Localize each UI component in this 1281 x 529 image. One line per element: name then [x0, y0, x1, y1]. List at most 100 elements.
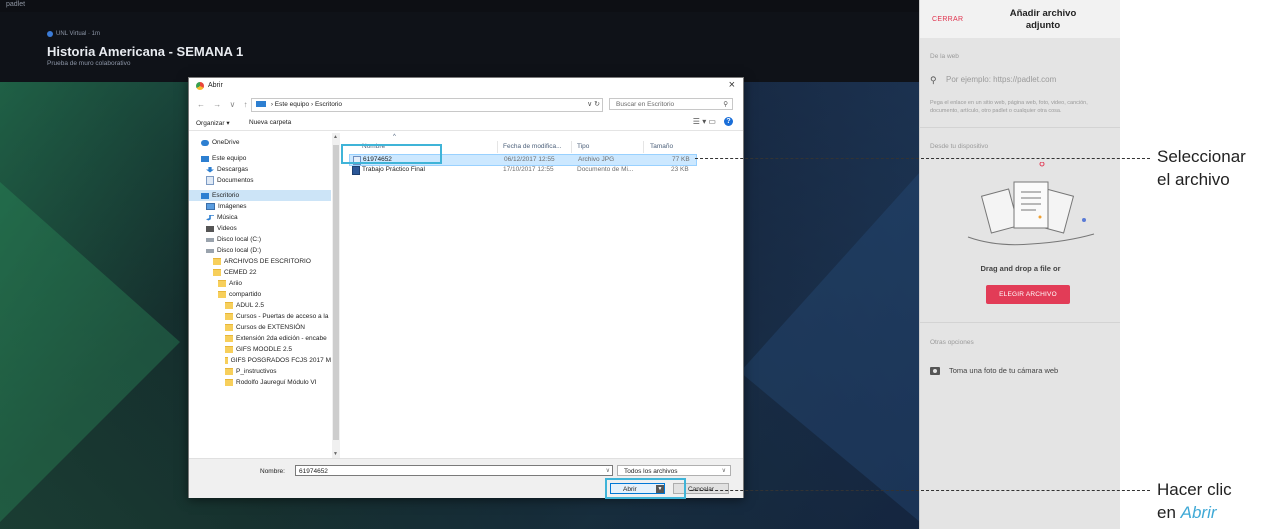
disk-icon — [206, 248, 214, 253]
url-description-line1: Pega el enlace en un sitio web, página w… — [930, 100, 1088, 106]
folder-icon — [225, 346, 233, 353]
navigation-arrows-icon[interactable]: ← → ∨ ↑ — [197, 100, 251, 109]
file-name: Trabajo Práctico Final — [362, 166, 425, 173]
close-panel-button[interactable]: CERRAR — [932, 16, 963, 23]
dialog-titlebar[interactable]: Abrir × — [189, 78, 743, 94]
nav-item[interactable]: OneDrive — [189, 137, 331, 148]
nav-item[interactable]: Cursos de EXTENSIÓN — [189, 322, 331, 333]
nav-item-label: GIFS MOODLE 2.5 — [236, 346, 292, 353]
help-icon[interactable]: ? — [724, 117, 733, 126]
filename-value: 61974652 — [299, 468, 328, 475]
folder-icon — [225, 379, 233, 386]
column-header-type[interactable]: Tipo — [577, 143, 589, 150]
address-bar[interactable]: › Este equipo › Escritorio ∨ ↻ — [251, 98, 603, 112]
cloud-icon — [201, 139, 209, 146]
nav-item[interactable]: Disco local (C:) — [189, 234, 331, 245]
annotation-leader-open — [690, 490, 1150, 491]
refresh-icon[interactable]: ∨ ↻ — [587, 99, 600, 111]
breadcrumb-este-equipo[interactable]: Este equipo — [275, 101, 309, 108]
author-avatar — [47, 31, 53, 37]
screen: padlet UNL Virtual · 1m Historia America… — [0, 0, 1120, 529]
filetype-select[interactable]: Todos los archivos ∨ — [617, 465, 731, 476]
nav-item[interactable]: compartido — [189, 289, 331, 300]
nav-item[interactable]: Cursos - Puertas de acceso a la — [189, 311, 331, 322]
nav-item-label: Rodolfo Jaureguí Módulo VI — [236, 379, 317, 386]
nav-item[interactable]: Imágenes — [189, 201, 331, 212]
url-placeholder: Por ejemplo: https://padlet.com — [946, 75, 1057, 84]
nav-item[interactable]: Rodolfo Jaureguí Módulo VI — [189, 377, 331, 388]
drag-drop-text: Drag and drop a file or — [980, 264, 1061, 273]
nav-item-label: OneDrive — [212, 139, 240, 146]
files-illustration-icon — [967, 162, 1095, 246]
nav-item[interactable]: Descargas — [189, 164, 331, 175]
nav-item[interactable]: ADUL 2.5 — [189, 300, 331, 311]
search-input[interactable]: Buscar en Escritorio ⚲ — [609, 98, 733, 110]
open-file-dialog: Abrir × ← → ∨ ↑ › Este equipo › Escritor… — [188, 77, 744, 498]
nav-item[interactable]: Ariio — [189, 278, 331, 289]
nav-item-label: Cursos - Puertas de acceso a la — [236, 313, 329, 320]
choose-file-button[interactable]: ELEGIR ARCHIVO — [986, 285, 1070, 304]
annotation-open-line1: Hacer clic — [1157, 480, 1232, 499]
nav-item-label: Disco local (C:) — [217, 236, 262, 243]
section-device: Desde tu dispositivo — [930, 143, 989, 150]
annotation-open: Hacer clic en Abrir — [1157, 478, 1232, 524]
nav-item[interactable]: Videos — [189, 223, 331, 234]
chevron-down-icon[interactable]: ∨ — [606, 466, 610, 477]
nav-item-label: Ariio — [229, 280, 243, 287]
file-size: 77 KB — [672, 156, 690, 163]
nav-item-label: CEMED 22 — [224, 269, 257, 276]
nav-item[interactable]: ARCHIVOS DE ESCRITORIO — [189, 256, 331, 267]
file-size: 23 KB — [671, 166, 689, 173]
chrome-icon — [196, 82, 204, 90]
new-folder-button[interactable]: Nueva carpeta — [249, 119, 291, 126]
nav-item[interactable]: CEMED 22 — [189, 267, 331, 278]
nav-item[interactable]: P_instructivos — [189, 366, 331, 377]
file-row[interactable]: Trabajo Práctico Final 17/10/2017 12:55 … — [349, 165, 695, 175]
filename-input[interactable]: 61974652 ∨ — [295, 465, 613, 476]
annotation-select-line2: el archivo — [1157, 170, 1230, 189]
nav-item[interactable]: Música — [189, 212, 331, 223]
section-web: De la web — [930, 53, 959, 60]
nav-item[interactable]: Este equipo — [189, 153, 331, 164]
filetype-value: Todos los archivos — [624, 468, 678, 475]
nav-item-label: Documentos — [217, 177, 254, 184]
nav-item[interactable]: GIFS POSGRADOS FCJS 2017 M — [189, 355, 331, 366]
nav-item[interactable]: Documentos — [189, 175, 331, 186]
word-file-icon — [352, 166, 360, 175]
column-header-date[interactable]: Fecha de modifica... — [503, 143, 562, 150]
folder-icon — [225, 335, 233, 342]
nav-item-label: Escritorio — [212, 192, 240, 199]
annotation-open-em: Abrir — [1180, 503, 1217, 522]
nav-item-label: Este equipo — [212, 155, 247, 162]
nav-item-label: Videos — [217, 225, 237, 232]
close-icon[interactable]: × — [729, 79, 735, 91]
scroll-up-icon[interactable]: ▲ — [333, 134, 338, 140]
file-type: Archivo JPG — [578, 156, 615, 163]
annotation-select: Seleccionar el archivo — [1157, 145, 1246, 191]
nav-item[interactable]: Escritorio — [189, 190, 331, 201]
image-icon — [206, 203, 215, 210]
folder-icon — [213, 269, 221, 276]
column-header-size[interactable]: Tamaño — [650, 143, 673, 150]
nav-item-label: Extensión 2da edición - encabe — [236, 335, 327, 342]
breadcrumb-escritorio[interactable]: Escritorio — [315, 101, 342, 108]
nav-item[interactable]: Extensión 2da edición - encabe — [189, 333, 331, 344]
panel-title-line1: Añadir archivo — [1009, 8, 1077, 19]
nav-item[interactable]: Disco local (D:) — [189, 245, 331, 256]
divider — [920, 127, 1120, 128]
organize-button[interactable]: Organizar ▾ — [196, 119, 230, 127]
nav-item[interactable]: GIFS MOODLE 2.5 — [189, 344, 331, 355]
chevron-down-icon[interactable]: ∨ — [722, 466, 726, 477]
scroll-thumb[interactable] — [333, 145, 339, 440]
camera-option-label: Toma una foto de tu cámara web — [949, 366, 1059, 375]
annotation-leader-select — [695, 158, 1150, 159]
folder-icon — [225, 368, 233, 375]
padlet-logo[interactable]: padlet — [6, 1, 25, 8]
camera-option[interactable]: Toma una foto de tu cámara web — [930, 366, 1058, 375]
nav-item-label: ADUL 2.5 — [236, 302, 264, 309]
url-input[interactable]: ⚲ Por ejemplo: https://padlet.com — [930, 72, 1115, 88]
folder-icon — [213, 258, 221, 265]
nav-scrollbar[interactable]: ▲ ▼ — [332, 133, 340, 458]
scroll-down-icon[interactable]: ▼ — [333, 451, 338, 457]
view-options-icon[interactable]: ☰ ▾ ▭ — [693, 117, 716, 126]
